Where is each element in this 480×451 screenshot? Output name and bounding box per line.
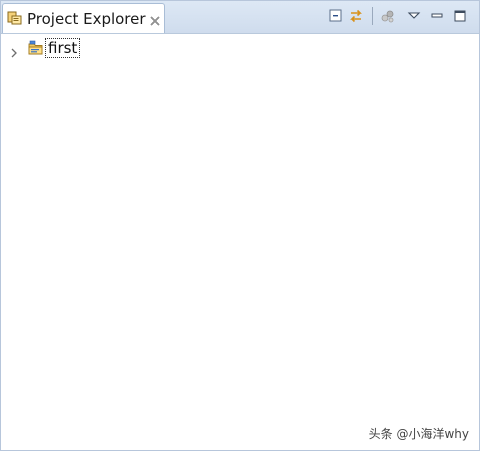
filter-icon[interactable] [380,8,396,24]
project-explorer-view: Project Explorer first 头条 @小海洋why [0,0,480,451]
tab-title: Project Explorer [27,10,146,28]
tree-item[interactable]: first [1,38,201,58]
view-tab-bar: Project Explorer [1,1,479,34]
view-menu-icon[interactable] [406,8,422,24]
toolbar-separator [372,7,373,25]
project-folder-icon [28,40,44,56]
maximize-icon[interactable] [452,8,468,24]
watermark: 头条 @小海洋why [368,427,469,441]
tree-item-label: first [45,38,81,58]
close-icon[interactable] [149,12,161,26]
tab-project-explorer[interactable]: Project Explorer [2,3,165,33]
link-with-editor-icon[interactable] [348,8,364,24]
collapse-all-icon[interactable] [328,8,344,24]
minimize-icon[interactable] [429,8,445,24]
project-explorer-icon [7,10,23,26]
chevron-right-icon[interactable] [9,43,19,58]
